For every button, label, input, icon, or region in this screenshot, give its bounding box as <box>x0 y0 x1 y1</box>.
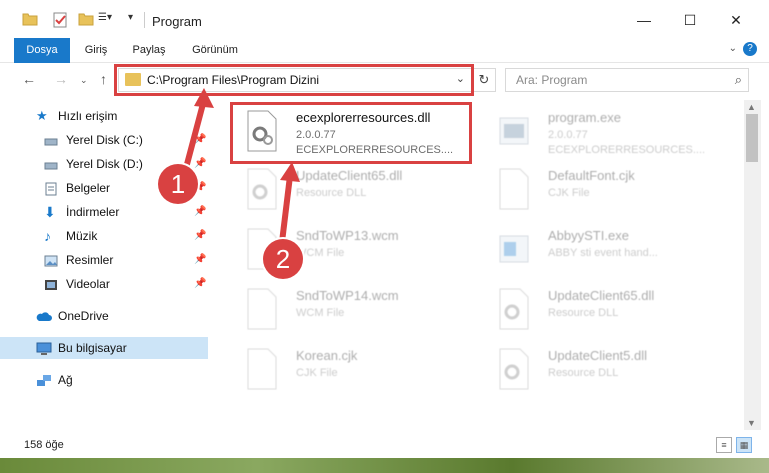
annotation-arrows <box>183 88 300 243</box>
step-1-badge: 1 <box>158 164 198 204</box>
desktop-background <box>0 458 769 473</box>
step-2-badge: 2 <box>263 239 303 279</box>
explorer-window: ☰▾ ▾ Program — ☐ ✕ Dosya Giriş Paylaş Gö… <box>0 0 769 458</box>
